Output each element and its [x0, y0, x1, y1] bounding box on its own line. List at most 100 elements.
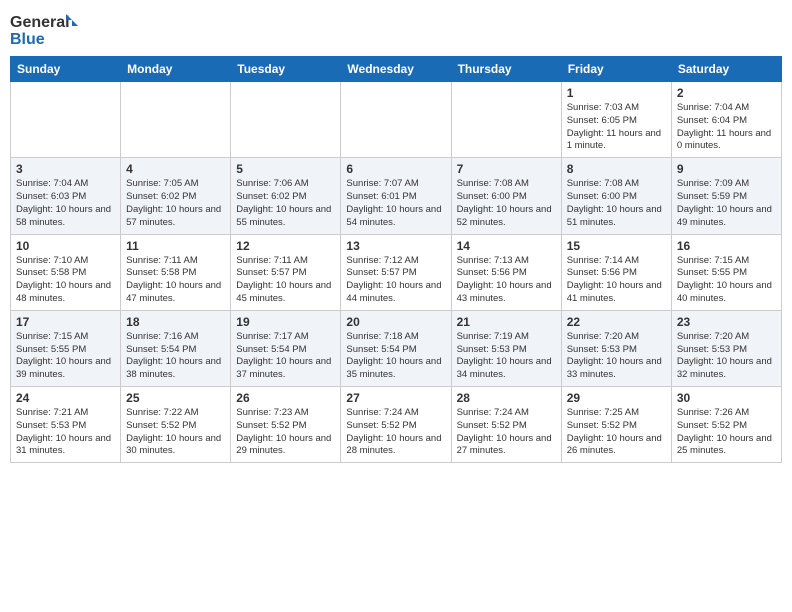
- day-number: 17: [16, 315, 115, 329]
- calendar-cell: [121, 82, 231, 158]
- day-number: 13: [346, 239, 445, 253]
- calendar-cell: 13 Sunrise: 7:12 AM Sunset: 5:57 PM Dayli…: [341, 234, 451, 310]
- calendar-week-4: 17 Sunrise: 7:15 AM Sunset: 5:55 PM Dayli…: [11, 310, 782, 386]
- day-info: Sunrise: 7:24 AM Sunset: 5:52 PM Dayligh…: [346, 407, 445, 458]
- calendar-cell: [341, 82, 451, 158]
- calendar-cell: 22 Sunrise: 7:20 AM Sunset: 5:53 PM Dayli…: [561, 310, 671, 386]
- logo-icon: GeneralBlue: [10, 10, 80, 50]
- day-number: 30: [677, 391, 776, 405]
- day-info: Sunrise: 7:11 AM Sunset: 5:58 PM Dayligh…: [126, 255, 225, 306]
- weekday-header-monday: Monday: [121, 57, 231, 82]
- calendar-cell: 19Sunrise: 7:17 AM Sunset: 5:54 PM Dayli…: [231, 310, 341, 386]
- day-number: 28: [457, 391, 556, 405]
- weekday-header-sunday: Sunday: [11, 57, 121, 82]
- day-number: 22: [567, 315, 666, 329]
- calendar-cell: 1 Sunrise: 7:03 AM Sunset: 6:05 PM Daylig…: [561, 82, 671, 158]
- calendar-cell: 5Sunrise: 7:06 AM Sunset: 6:02 PM Daylig…: [231, 158, 341, 234]
- calendar-cell: 15 Sunrise: 7:14 AM Sunset: 5:56 PM Dayli…: [561, 234, 671, 310]
- calendar-cell: 16 Sunrise: 7:15 AM Sunset: 5:55 PM Dayli…: [671, 234, 781, 310]
- day-number: 14: [457, 239, 556, 253]
- weekday-header-friday: Friday: [561, 57, 671, 82]
- calendar-cell: 14 Sunrise: 7:13 AM Sunset: 5:56 PM Dayli…: [451, 234, 561, 310]
- calendar-cell: 4 Sunrise: 7:05 AM Sunset: 6:02 PM Daylig…: [121, 158, 231, 234]
- day-number: 10: [16, 239, 115, 253]
- calendar-cell: 25 Sunrise: 7:22 AM Sunset: 5:52 PM Dayli…: [121, 387, 231, 463]
- calendar-cell: [451, 82, 561, 158]
- day-number: 29: [567, 391, 666, 405]
- day-info: Sunrise: 7:07 AM Sunset: 6:01 PM Dayligh…: [346, 178, 445, 229]
- day-info: Sunrise: 7:08 AM Sunset: 6:00 PM Dayligh…: [567, 178, 666, 229]
- day-number: 2: [677, 86, 776, 100]
- weekday-header-thursday: Thursday: [451, 57, 561, 82]
- day-number: 9: [677, 162, 776, 176]
- logo: GeneralBlue: [10, 10, 80, 50]
- day-number: 20: [346, 315, 445, 329]
- day-info: Sunrise: 7:10 AM Sunset: 5:58 PM Dayligh…: [16, 255, 115, 306]
- day-info: Sunrise: 7:13 AM Sunset: 5:56 PM Dayligh…: [457, 255, 556, 306]
- day-info: Sunrise: 7:08 AM Sunset: 6:00 PM Dayligh…: [457, 178, 556, 229]
- day-info: Sunrise: 7:16 AM Sunset: 5:54 PM Dayligh…: [126, 331, 225, 382]
- calendar-cell: 24 Sunrise: 7:21 AM Sunset: 5:53 PM Dayli…: [11, 387, 121, 463]
- day-info: Sunrise: 7:15 AM Sunset: 5:55 PM Dayligh…: [16, 331, 115, 382]
- calendar-cell: [231, 82, 341, 158]
- calendar-cell: 9Sunrise: 7:09 AM Sunset: 5:59 PM Daylig…: [671, 158, 781, 234]
- calendar-cell: 3Sunrise: 7:04 AM Sunset: 6:03 PM Daylig…: [11, 158, 121, 234]
- day-number: 24: [16, 391, 115, 405]
- day-info: Sunrise: 7:06 AM Sunset: 6:02 PM Dayligh…: [236, 178, 335, 229]
- calendar-cell: 29 Sunrise: 7:25 AM Sunset: 5:52 PM Dayli…: [561, 387, 671, 463]
- calendar-cell: 28 Sunrise: 7:24 AM Sunset: 5:52 PM Dayli…: [451, 387, 561, 463]
- calendar-cell: 11Sunrise: 7:11 AM Sunset: 5:58 PM Dayli…: [121, 234, 231, 310]
- calendar-cell: 20 Sunrise: 7:18 AM Sunset: 5:54 PM Dayli…: [341, 310, 451, 386]
- day-info: Sunrise: 7:11 AM Sunset: 5:57 PM Dayligh…: [236, 255, 335, 306]
- calendar-cell: 30Sunrise: 7:26 AM Sunset: 5:52 PM Dayli…: [671, 387, 781, 463]
- day-info: Sunrise: 7:15 AM Sunset: 5:55 PM Dayligh…: [677, 255, 776, 306]
- svg-text:General: General: [10, 14, 70, 31]
- calendar-week-2: 3Sunrise: 7:04 AM Sunset: 6:03 PM Daylig…: [11, 158, 782, 234]
- day-info: Sunrise: 7:12 AM Sunset: 5:57 PM Dayligh…: [346, 255, 445, 306]
- day-info: Sunrise: 7:20 AM Sunset: 5:53 PM Dayligh…: [677, 331, 776, 382]
- calendar-cell: 8 Sunrise: 7:08 AM Sunset: 6:00 PM Daylig…: [561, 158, 671, 234]
- day-number: 15: [567, 239, 666, 253]
- calendar-week-3: 10 Sunrise: 7:10 AM Sunset: 5:58 PM Dayli…: [11, 234, 782, 310]
- weekday-header-row: SundayMondayTuesdayWednesdayThursdayFrid…: [11, 57, 782, 82]
- day-number: 8: [567, 162, 666, 176]
- calendar-table: SundayMondayTuesdayWednesdayThursdayFrid…: [10, 56, 782, 463]
- calendar-cell: 23Sunrise: 7:20 AM Sunset: 5:53 PM Dayli…: [671, 310, 781, 386]
- calendar-cell: [11, 82, 121, 158]
- day-number: 1: [567, 86, 666, 100]
- day-number: 6: [346, 162, 445, 176]
- calendar-cell: 21Sunrise: 7:19 AM Sunset: 5:53 PM Dayli…: [451, 310, 561, 386]
- day-info: Sunrise: 7:03 AM Sunset: 6:05 PM Dayligh…: [567, 102, 666, 153]
- day-info: Sunrise: 7:17 AM Sunset: 5:54 PM Dayligh…: [236, 331, 335, 382]
- calendar-cell: 17 Sunrise: 7:15 AM Sunset: 5:55 PM Dayli…: [11, 310, 121, 386]
- day-info: Sunrise: 7:18 AM Sunset: 5:54 PM Dayligh…: [346, 331, 445, 382]
- calendar-week-5: 24 Sunrise: 7:21 AM Sunset: 5:53 PM Dayli…: [11, 387, 782, 463]
- calendar-cell: 10 Sunrise: 7:10 AM Sunset: 5:58 PM Dayli…: [11, 234, 121, 310]
- calendar-cell: 27Sunrise: 7:24 AM Sunset: 5:52 PM Dayli…: [341, 387, 451, 463]
- day-info: Sunrise: 7:25 AM Sunset: 5:52 PM Dayligh…: [567, 407, 666, 458]
- day-info: Sunrise: 7:05 AM Sunset: 6:02 PM Dayligh…: [126, 178, 225, 229]
- weekday-header-tuesday: Tuesday: [231, 57, 341, 82]
- day-number: 7: [457, 162, 556, 176]
- day-info: Sunrise: 7:20 AM Sunset: 5:53 PM Dayligh…: [567, 331, 666, 382]
- day-info: Sunrise: 7:04 AM Sunset: 6:04 PM Dayligh…: [677, 102, 776, 153]
- day-info: Sunrise: 7:19 AM Sunset: 5:53 PM Dayligh…: [457, 331, 556, 382]
- day-number: 3: [16, 162, 115, 176]
- day-number: 25: [126, 391, 225, 405]
- day-number: 4: [126, 162, 225, 176]
- day-info: Sunrise: 7:22 AM Sunset: 5:52 PM Dayligh…: [126, 407, 225, 458]
- calendar-cell: 6 Sunrise: 7:07 AM Sunset: 6:01 PM Daylig…: [341, 158, 451, 234]
- svg-text:Blue: Blue: [10, 31, 45, 48]
- day-number: 26: [236, 391, 335, 405]
- day-info: Sunrise: 7:14 AM Sunset: 5:56 PM Dayligh…: [567, 255, 666, 306]
- day-info: Sunrise: 7:21 AM Sunset: 5:53 PM Dayligh…: [16, 407, 115, 458]
- calendar-cell: 26 Sunrise: 7:23 AM Sunset: 5:52 PM Dayli…: [231, 387, 341, 463]
- weekday-header-saturday: Saturday: [671, 57, 781, 82]
- calendar-cell: 18 Sunrise: 7:16 AM Sunset: 5:54 PM Dayli…: [121, 310, 231, 386]
- weekday-header-wednesday: Wednesday: [341, 57, 451, 82]
- day-number: 16: [677, 239, 776, 253]
- calendar-cell: 12Sunrise: 7:11 AM Sunset: 5:57 PM Dayli…: [231, 234, 341, 310]
- day-info: Sunrise: 7:23 AM Sunset: 5:52 PM Dayligh…: [236, 407, 335, 458]
- day-number: 18: [126, 315, 225, 329]
- day-info: Sunrise: 7:24 AM Sunset: 5:52 PM Dayligh…: [457, 407, 556, 458]
